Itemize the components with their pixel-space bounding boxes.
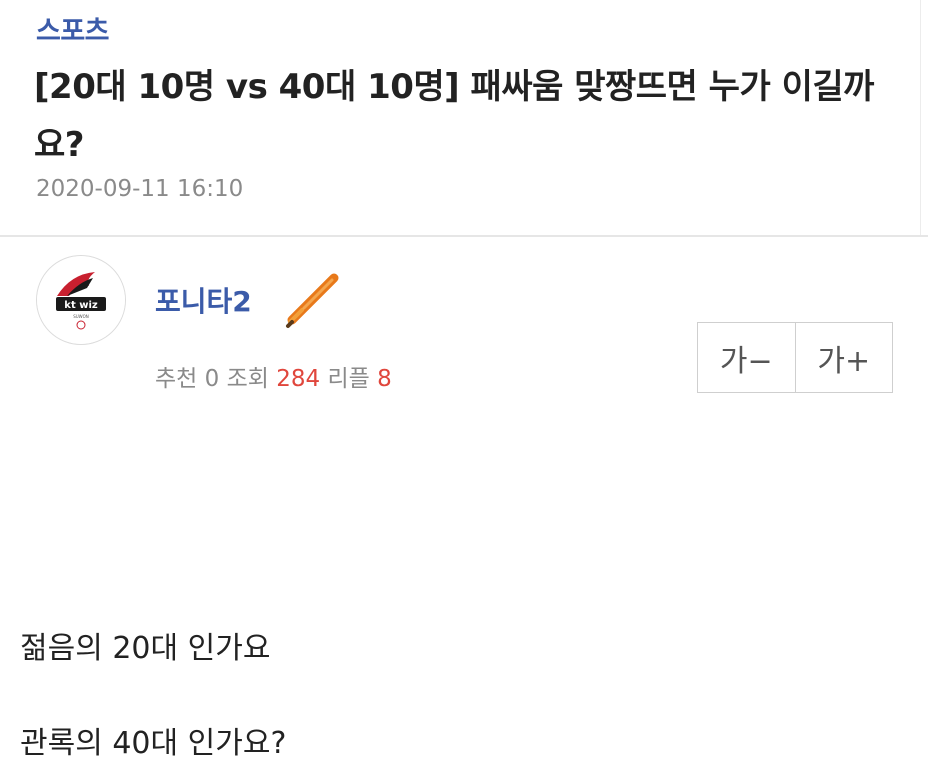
content-line: 관록의 40대 인가요? (20, 726, 287, 761)
header-divider (0, 235, 928, 237)
views-count: 284 (276, 366, 321, 392)
svg-text:SUWON: SUWON (73, 314, 89, 319)
font-decrease-button[interactable]: 가− (698, 323, 795, 392)
kt-wiz-logo-icon: kt wiz SUWON (37, 256, 125, 344)
author-name[interactable]: 포니타2 (155, 282, 252, 322)
font-size-controls: 가− 가+ (697, 322, 893, 393)
recommend-count: 0 (204, 366, 220, 392)
post-page: 스포츠 [20대 10명 vs 40대 10명] 패싸움 맞짱뜨면 누가 이길까… (0, 0, 928, 778)
post-date: 2020-09-11 16:10 (36, 176, 244, 202)
font-increase-button[interactable]: 가+ (794, 323, 893, 392)
content-line: 젊음의 20대 인가요 (20, 631, 271, 666)
category-link[interactable]: 스포츠 (36, 12, 110, 52)
avatar[interactable]: kt wiz SUWON (36, 255, 126, 345)
post-title: [20대 10명 vs 40대 10명] 패싸움 맞짱뜨면 누가 이길까요? (34, 67, 874, 165)
baseball-bat-icon (286, 273, 339, 328)
svg-text:kt wiz: kt wiz (64, 300, 98, 311)
replies-label: 리플 (327, 366, 370, 392)
views-label: 조회 (226, 366, 269, 392)
post-stats: 추천 0 조회 284 리플 8 (155, 362, 392, 396)
recommend-label: 추천 (155, 366, 198, 392)
header-edge-line (920, 0, 921, 236)
replies-count[interactable]: 8 (377, 366, 392, 392)
